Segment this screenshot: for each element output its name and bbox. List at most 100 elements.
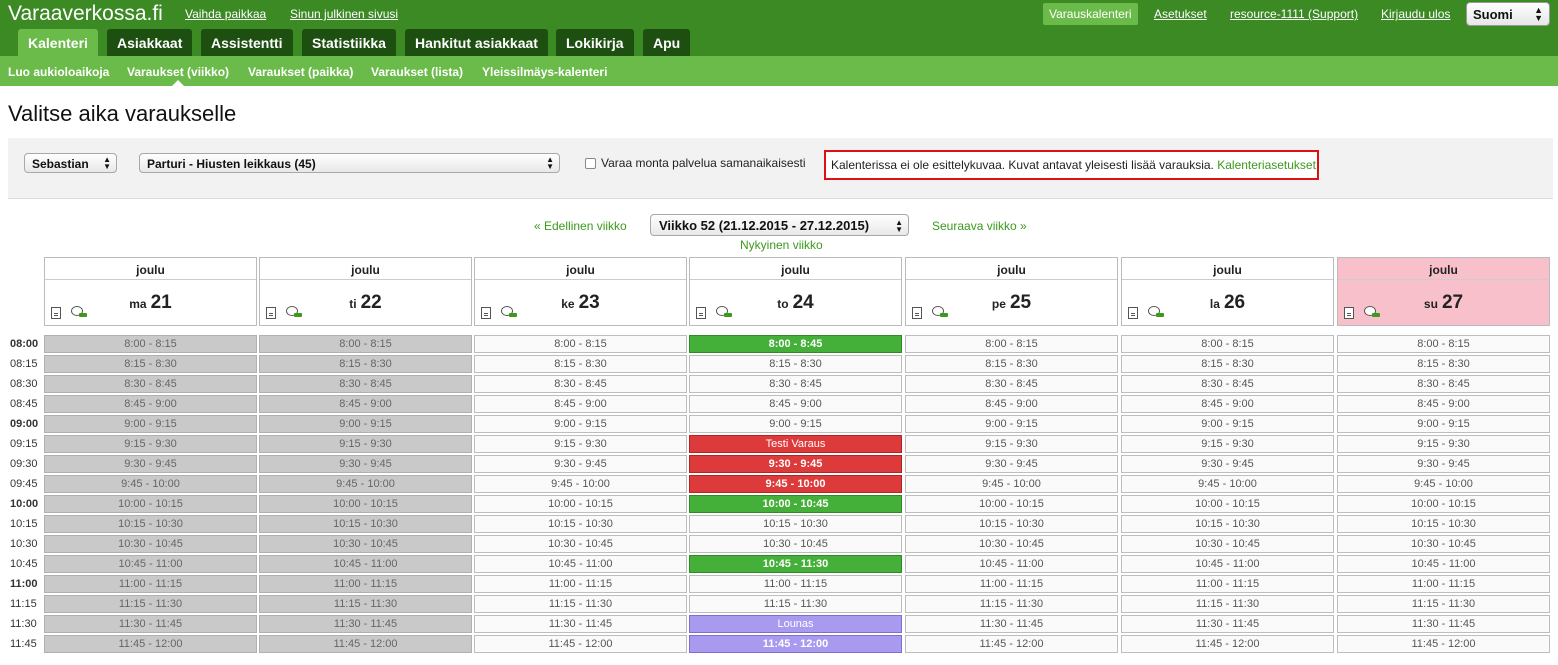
- time-slot[interactable]: 9:45 - 10:00: [905, 475, 1118, 493]
- tab-apu[interactable]: Apu: [643, 29, 691, 56]
- time-slot[interactable]: 8:30 - 8:45: [1337, 375, 1550, 393]
- time-slot[interactable]: 8:30 - 8:45: [259, 375, 472, 393]
- time-slot[interactable]: 11:30 - 11:45: [1121, 615, 1334, 633]
- time-slot[interactable]: 10:30 - 10:45: [689, 535, 902, 553]
- time-slot[interactable]: 11:15 - 11:30: [259, 595, 472, 613]
- time-slot[interactable]: 8:00 - 8:15: [474, 335, 687, 353]
- time-slot[interactable]: 11:00 - 11:15: [689, 575, 902, 593]
- time-slot[interactable]: 8:00 - 8:15: [905, 335, 1118, 353]
- time-slot[interactable]: 11:45 - 12:00: [259, 635, 472, 653]
- time-slot[interactable]: 9:30 - 9:45: [1121, 455, 1334, 473]
- tab-statistiikka[interactable]: Statistiikka: [302, 29, 396, 56]
- time-slot[interactable]: 11:00 - 11:15: [1337, 575, 1550, 593]
- change-place-link[interactable]: Vaihda paikkaa: [185, 7, 266, 21]
- time-slot[interactable]: 10:00 - 10:15: [905, 495, 1118, 513]
- booking-slot[interactable]: 10:00 - 10:45: [689, 495, 902, 513]
- app-logo[interactable]: Varaaverkossa.fi: [8, 2, 163, 26]
- time-slot[interactable]: 8:30 - 8:45: [474, 375, 687, 393]
- time-slot[interactable]: 8:45 - 9:00: [905, 395, 1118, 413]
- time-slot[interactable]: 9:00 - 9:15: [905, 415, 1118, 433]
- booking-slot[interactable]: 9:45 - 10:00: [689, 475, 902, 493]
- time-slot[interactable]: 9:30 - 9:45: [259, 455, 472, 473]
- subnav-bookings-week[interactable]: Varaukset (viikko): [127, 65, 229, 79]
- time-slot[interactable]: 8:30 - 8:45: [1121, 375, 1334, 393]
- time-slot[interactable]: 8:00 - 8:15: [259, 335, 472, 353]
- time-slot[interactable]: 9:00 - 9:15: [689, 415, 902, 433]
- add-comment-icon[interactable]: [716, 306, 732, 317]
- time-slot[interactable]: 10:15 - 10:30: [1337, 515, 1550, 533]
- add-comment-icon[interactable]: [1364, 306, 1380, 317]
- time-slot[interactable]: 11:30 - 11:45: [259, 615, 472, 633]
- time-slot[interactable]: 9:15 - 9:30: [259, 435, 472, 453]
- time-slot[interactable]: 11:15 - 11:30: [1121, 595, 1334, 613]
- time-slot[interactable]: 8:15 - 8:30: [1337, 355, 1550, 373]
- time-slot[interactable]: 9:45 - 10:00: [1121, 475, 1334, 493]
- time-slot[interactable]: 9:45 - 10:00: [259, 475, 472, 493]
- time-slot[interactable]: 9:15 - 9:30: [474, 435, 687, 453]
- time-slot[interactable]: 11:15 - 11:30: [905, 595, 1118, 613]
- tab-kalenteri[interactable]: Kalenteri: [18, 29, 98, 56]
- document-icon[interactable]: [51, 307, 61, 319]
- time-slot[interactable]: 11:00 - 11:15: [474, 575, 687, 593]
- time-slot[interactable]: 10:15 - 10:30: [905, 515, 1118, 533]
- time-slot[interactable]: 11:45 - 12:00: [905, 635, 1118, 653]
- time-slot[interactable]: 9:45 - 10:00: [1337, 475, 1550, 493]
- time-slot[interactable]: 10:45 - 11:00: [259, 555, 472, 573]
- time-slot[interactable]: 8:30 - 8:45: [44, 375, 257, 393]
- previous-week-link[interactable]: « Edellinen viikko: [534, 219, 627, 233]
- tab-hankitut-asiakkaat[interactable]: Hankitut asiakkaat: [405, 29, 548, 56]
- subnav-overview-calendar[interactable]: Yleissilmäys-kalenteri: [482, 65, 607, 79]
- multi-service-checkbox[interactable]: [585, 158, 596, 169]
- time-slot[interactable]: 8:45 - 9:00: [1337, 395, 1550, 413]
- time-slot[interactable]: 10:45 - 11:00: [474, 555, 687, 573]
- time-slot[interactable]: 8:45 - 9:00: [44, 395, 257, 413]
- document-icon[interactable]: [696, 307, 706, 319]
- time-slot[interactable]: 11:30 - 11:45: [1337, 615, 1550, 633]
- time-slot[interactable]: 8:15 - 8:30: [689, 355, 902, 373]
- subnav-bookings-list[interactable]: Varaukset (lista): [371, 65, 463, 79]
- time-slot[interactable]: 10:15 - 10:30: [259, 515, 472, 533]
- time-slot[interactable]: 10:30 - 10:45: [1121, 535, 1334, 553]
- time-slot[interactable]: 10:15 - 10:30: [474, 515, 687, 533]
- time-slot[interactable]: 10:00 - 10:15: [1121, 495, 1334, 513]
- time-slot[interactable]: 9:15 - 9:30: [44, 435, 257, 453]
- time-slot[interactable]: 11:45 - 12:00: [1337, 635, 1550, 653]
- staff-select[interactable]: Sebastian ▲ ▼: [24, 153, 117, 173]
- time-slot[interactable]: 10:45 - 11:00: [1337, 555, 1550, 573]
- time-slot[interactable]: 10:00 - 10:15: [44, 495, 257, 513]
- booking-slot[interactable]: 10:45 - 11:30: [689, 555, 902, 573]
- time-slot[interactable]: 8:30 - 8:45: [905, 375, 1118, 393]
- time-slot[interactable]: 10:30 - 10:45: [474, 535, 687, 553]
- time-slot[interactable]: 8:45 - 9:00: [1121, 395, 1334, 413]
- time-slot[interactable]: 9:30 - 9:45: [905, 455, 1118, 473]
- time-slot[interactable]: 9:00 - 9:15: [474, 415, 687, 433]
- time-slot[interactable]: 10:00 - 10:15: [1337, 495, 1550, 513]
- time-slot[interactable]: 11:15 - 11:30: [44, 595, 257, 613]
- time-slot[interactable]: 9:45 - 10:00: [44, 475, 257, 493]
- calendar-settings-link[interactable]: Kalenteriasetukset: [1217, 158, 1316, 172]
- time-slot[interactable]: 10:15 - 10:30: [689, 515, 902, 533]
- booking-slot[interactable]: Testi Varaus: [689, 435, 902, 453]
- time-slot[interactable]: 11:00 - 11:15: [259, 575, 472, 593]
- time-slot[interactable]: 11:45 - 12:00: [1121, 635, 1334, 653]
- time-slot[interactable]: 10:15 - 10:30: [1121, 515, 1334, 533]
- time-slot[interactable]: 10:45 - 11:00: [44, 555, 257, 573]
- time-slot[interactable]: 10:30 - 10:45: [1337, 535, 1550, 553]
- time-slot[interactable]: 10:15 - 10:30: [44, 515, 257, 533]
- time-slot[interactable]: 11:30 - 11:45: [905, 615, 1118, 633]
- time-slot[interactable]: 8:00 - 8:15: [1337, 335, 1550, 353]
- public-page-link[interactable]: Sinun julkinen sivusi: [290, 7, 398, 21]
- service-select[interactable]: Parturi - Hiusten leikkaus (45) ▲ ▼: [139, 153, 560, 173]
- time-slot[interactable]: 8:00 - 8:15: [1121, 335, 1334, 353]
- time-slot[interactable]: 8:15 - 8:30: [259, 355, 472, 373]
- time-slot[interactable]: 10:00 - 10:15: [474, 495, 687, 513]
- time-slot[interactable]: 10:30 - 10:45: [905, 535, 1118, 553]
- lunch-slot[interactable]: 11:45 - 12:00: [689, 635, 902, 653]
- time-slot[interactable]: 8:15 - 8:30: [905, 355, 1118, 373]
- week-select[interactable]: Viikko 52 (21.12.2015 - 27.12.2015) ▲ ▼: [650, 214, 909, 236]
- time-slot[interactable]: 8:45 - 9:00: [474, 395, 687, 413]
- time-slot[interactable]: 11:45 - 12:00: [474, 635, 687, 653]
- booking-slot[interactable]: 8:00 - 8:45: [689, 335, 902, 353]
- document-icon[interactable]: [481, 307, 491, 319]
- time-slot[interactable]: 11:00 - 11:15: [905, 575, 1118, 593]
